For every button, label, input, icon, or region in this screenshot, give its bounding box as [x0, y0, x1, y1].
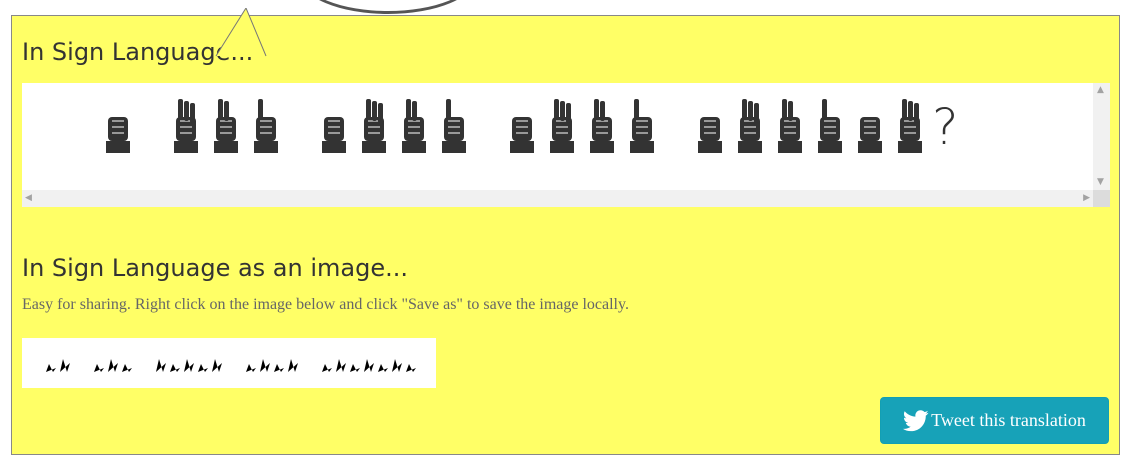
hand-sign-icon [590, 99, 614, 153]
hand-sign-icon [442, 99, 466, 153]
sign-image-glyph [406, 364, 416, 372]
scrollbar-corner [1093, 190, 1110, 207]
sign-image-glyph [60, 359, 70, 372]
sign-image-glyph [350, 364, 360, 372]
sign-image-glyph [156, 359, 166, 372]
hand-sign-icon [510, 117, 534, 153]
vertical-scrollbar[interactable]: ▲ ▼ [1093, 83, 1110, 190]
scroll-down-icon[interactable]: ▼ [1097, 177, 1104, 187]
sign-image-glyphs [46, 359, 416, 372]
sign-image-glyph [288, 359, 298, 372]
sign-image-glyph [212, 359, 222, 372]
hand-sign-icon [778, 99, 802, 153]
sign-image-glyph [378, 364, 388, 372]
hand-sign-icon [898, 99, 922, 153]
sign-glyph-row: ? [102, 93, 959, 153]
sign-language-image[interactable] [22, 338, 436, 388]
sign-image-glyph [184, 359, 194, 372]
sign-language-scrollbox[interactable]: ? ▲ ▼ ◀ ▶ [22, 83, 1110, 207]
horizontal-scrollbar[interactable]: ◀ ▶ [22, 190, 1093, 207]
hand-sign-icon [550, 99, 574, 153]
question-mark-glyph: ? [932, 98, 959, 156]
hand-sign-icon [322, 117, 346, 153]
hand-sign-icon [106, 117, 130, 153]
hand-sign-icon [362, 99, 386, 153]
hand-sign-icon [174, 99, 198, 153]
hand-sign-icon [698, 117, 722, 153]
sign-image-glyph [246, 364, 256, 372]
sharing-description: Easy for sharing. Right click on the ima… [22, 296, 629, 313]
hand-sign-icon [858, 117, 882, 153]
hand-sign-icon [738, 99, 762, 153]
sign-image-glyph [274, 364, 284, 372]
hand-sign-icon [254, 99, 278, 153]
speech-pointer [215, 8, 267, 57]
sign-image-glyph [122, 364, 132, 372]
sign-image-glyph [108, 359, 118, 372]
sign-image-glyph [260, 359, 270, 372]
sign-image-glyph [322, 364, 332, 372]
scroll-right-icon[interactable]: ▶ [1083, 193, 1090, 203]
sign-image-glyph [392, 359, 402, 372]
sign-image-glyph [198, 364, 208, 372]
sign-image-glyph [94, 364, 104, 372]
speech-bubble-top [300, 0, 476, 14]
scroll-left-icon[interactable]: ◀ [25, 193, 32, 203]
sign-image-glyph [364, 359, 374, 372]
hand-sign-icon [402, 99, 426, 153]
sign-image-glyph [170, 364, 180, 372]
hand-sign-icon [818, 99, 842, 153]
hand-sign-icon [214, 99, 238, 153]
scroll-up-icon[interactable]: ▲ [1097, 85, 1104, 95]
twitter-bird-icon [903, 409, 929, 431]
tweet-button-label: Tweet this translation [931, 410, 1086, 430]
sign-image-glyph [46, 364, 56, 372]
sign-image-glyph [336, 359, 346, 372]
hand-sign-icon [630, 99, 654, 153]
tweet-translation-button[interactable]: Tweet this translation [880, 397, 1109, 444]
translation-panel: In Sign Language... ? ▲ ▼ ◀ ▶ In Sign La… [11, 8, 1120, 455]
sign-language-image-heading: In Sign Language as an image... [22, 254, 408, 282]
